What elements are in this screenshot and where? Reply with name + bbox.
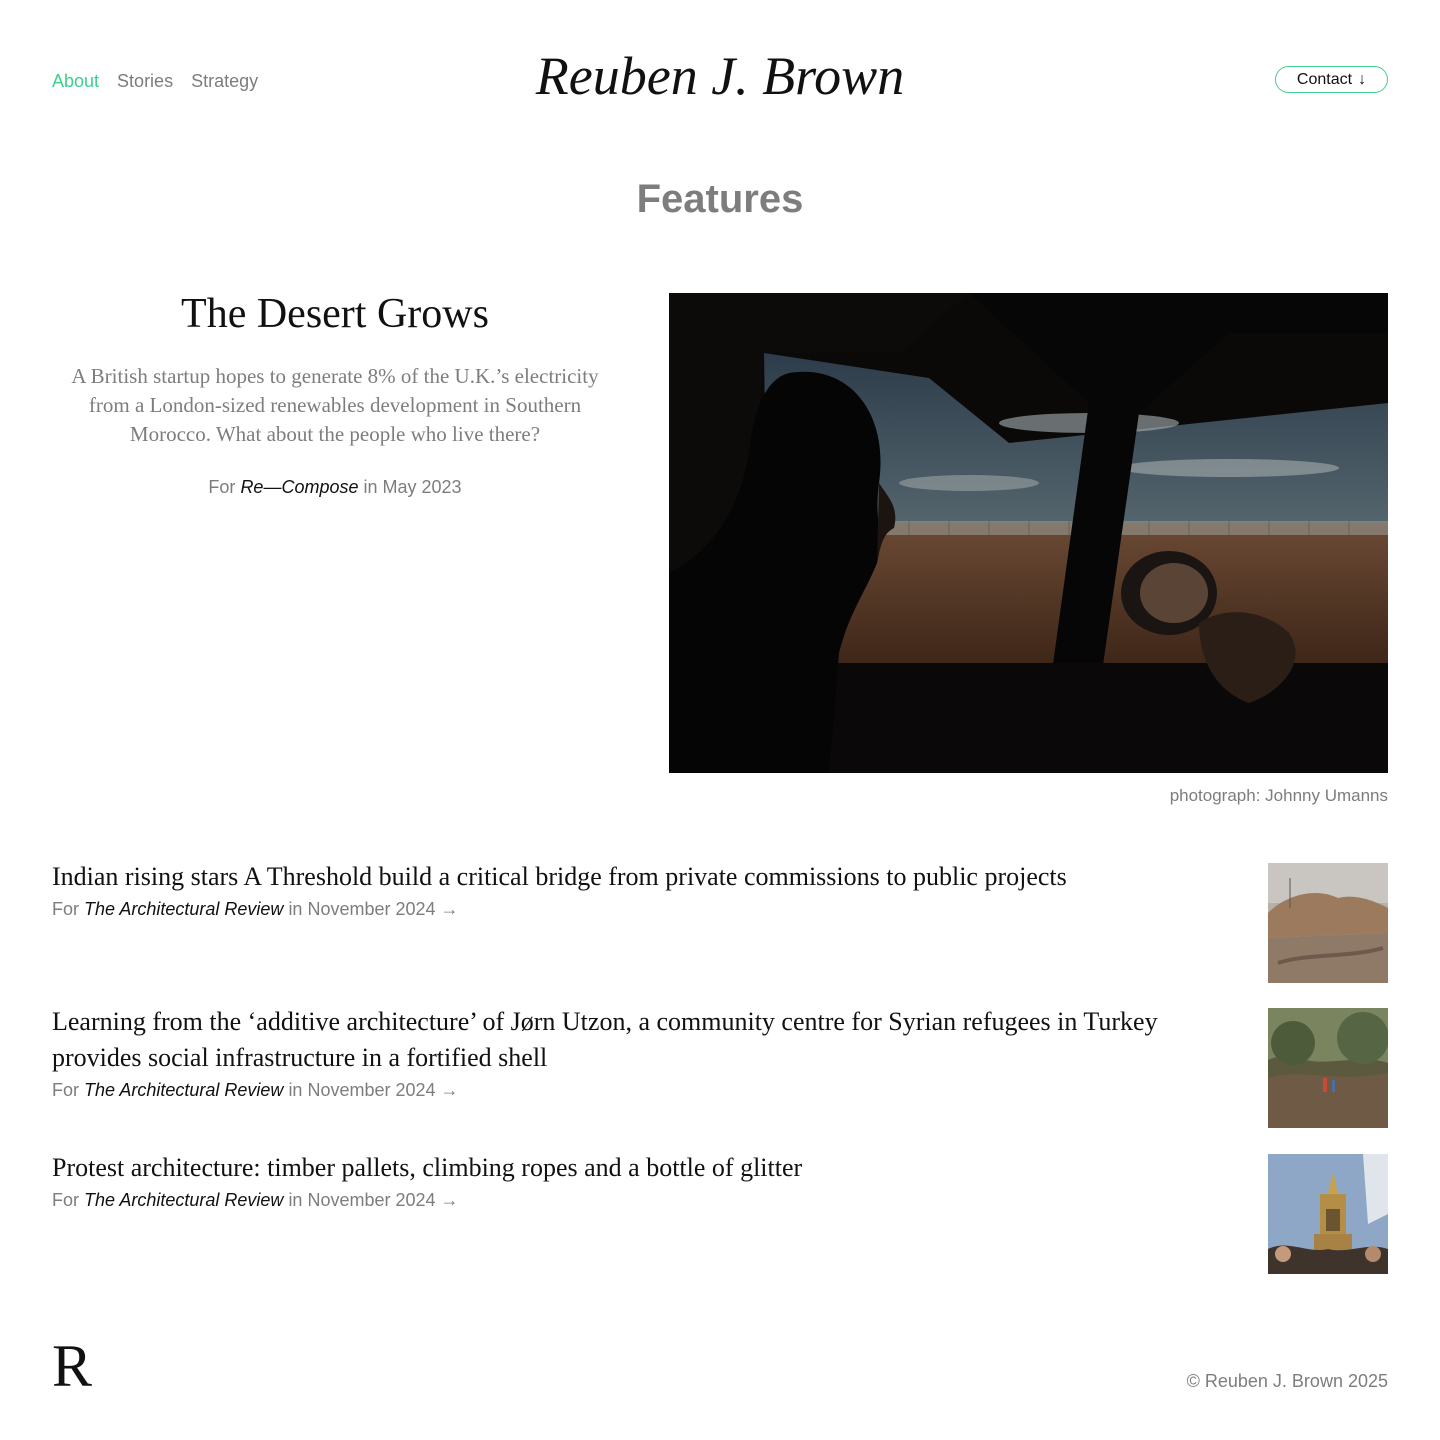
section-heading: Features xyxy=(636,177,804,221)
story-meta-date: in November 2024 → xyxy=(288,1190,459,1210)
hero-meta: For Re—Compose in May 2023 xyxy=(52,475,618,499)
story-publication: The Architectural Review xyxy=(84,1190,284,1210)
story-title[interactable]: Learning from the ‘additive architecture… xyxy=(52,1004,1232,1076)
arrow-down-icon: ↓ xyxy=(1358,70,1367,88)
story-title[interactable]: Protest architecture: timber pallets, cl… xyxy=(52,1150,1232,1186)
story-thumbnail-image xyxy=(1268,863,1388,983)
story-meta-prefix: For xyxy=(52,1190,79,1210)
hero-photo[interactable] xyxy=(669,293,1388,773)
footer-logo[interactable]: R xyxy=(52,1336,92,1396)
page: About Stories Strategy Reuben J. Brown C… xyxy=(0,0,1440,1440)
hero-photo-illustration xyxy=(669,293,1388,773)
story-thumbnail[interactable] xyxy=(1268,1154,1388,1274)
site-title[interactable]: Reuben J. Brown xyxy=(0,44,1440,108)
story-meta-date: in November 2024 → xyxy=(288,899,459,919)
hero-description: A British startup hopes to generate 8% o… xyxy=(71,364,599,446)
story-item: Learning from the ‘additive architecture… xyxy=(52,1004,1388,1128)
story-item: Indian rising stars A Threshold build a … xyxy=(52,859,1388,983)
story-thumbnail[interactable] xyxy=(1268,1008,1388,1128)
hero-title[interactable]: The Desert Grows xyxy=(52,288,618,340)
story-meta[interactable]: For The Architectural Review in November… xyxy=(52,897,1388,921)
story-title[interactable]: Indian rising stars A Threshold build a … xyxy=(52,859,1232,895)
story-item: Protest architecture: timber pallets, cl… xyxy=(52,1150,1388,1274)
story-publication: The Architectural Review xyxy=(84,1080,284,1100)
hero-publication[interactable]: Re—Compose xyxy=(240,477,358,497)
hero-meta-date: in May 2023 xyxy=(363,477,462,497)
story-meta-prefix: For xyxy=(52,899,79,919)
story-publication: The Architectural Review xyxy=(84,899,284,919)
copyright-text: © Reuben J. Brown 2025 xyxy=(1186,1371,1388,1391)
contact-button[interactable]: Contact ↓ xyxy=(1275,66,1388,93)
hero-meta-prefix: For xyxy=(208,477,236,497)
story-meta[interactable]: For The Architectural Review in November… xyxy=(52,1188,1388,1212)
contact-button-label: Contact xyxy=(1296,70,1353,88)
story-meta-date: in November 2024 → xyxy=(288,1080,459,1100)
story-thumbnail[interactable] xyxy=(1268,863,1388,983)
story-thumbnail-image xyxy=(1268,1008,1388,1128)
story-meta-prefix: For xyxy=(52,1080,79,1100)
story-meta[interactable]: For The Architectural Review in November… xyxy=(52,1078,1388,1102)
hero-feature-text: The Desert Grows A British startup hopes… xyxy=(52,288,618,499)
photo-credit: photograph: Johnny Umanns xyxy=(1169,786,1388,805)
story-thumbnail-image xyxy=(1268,1154,1388,1274)
